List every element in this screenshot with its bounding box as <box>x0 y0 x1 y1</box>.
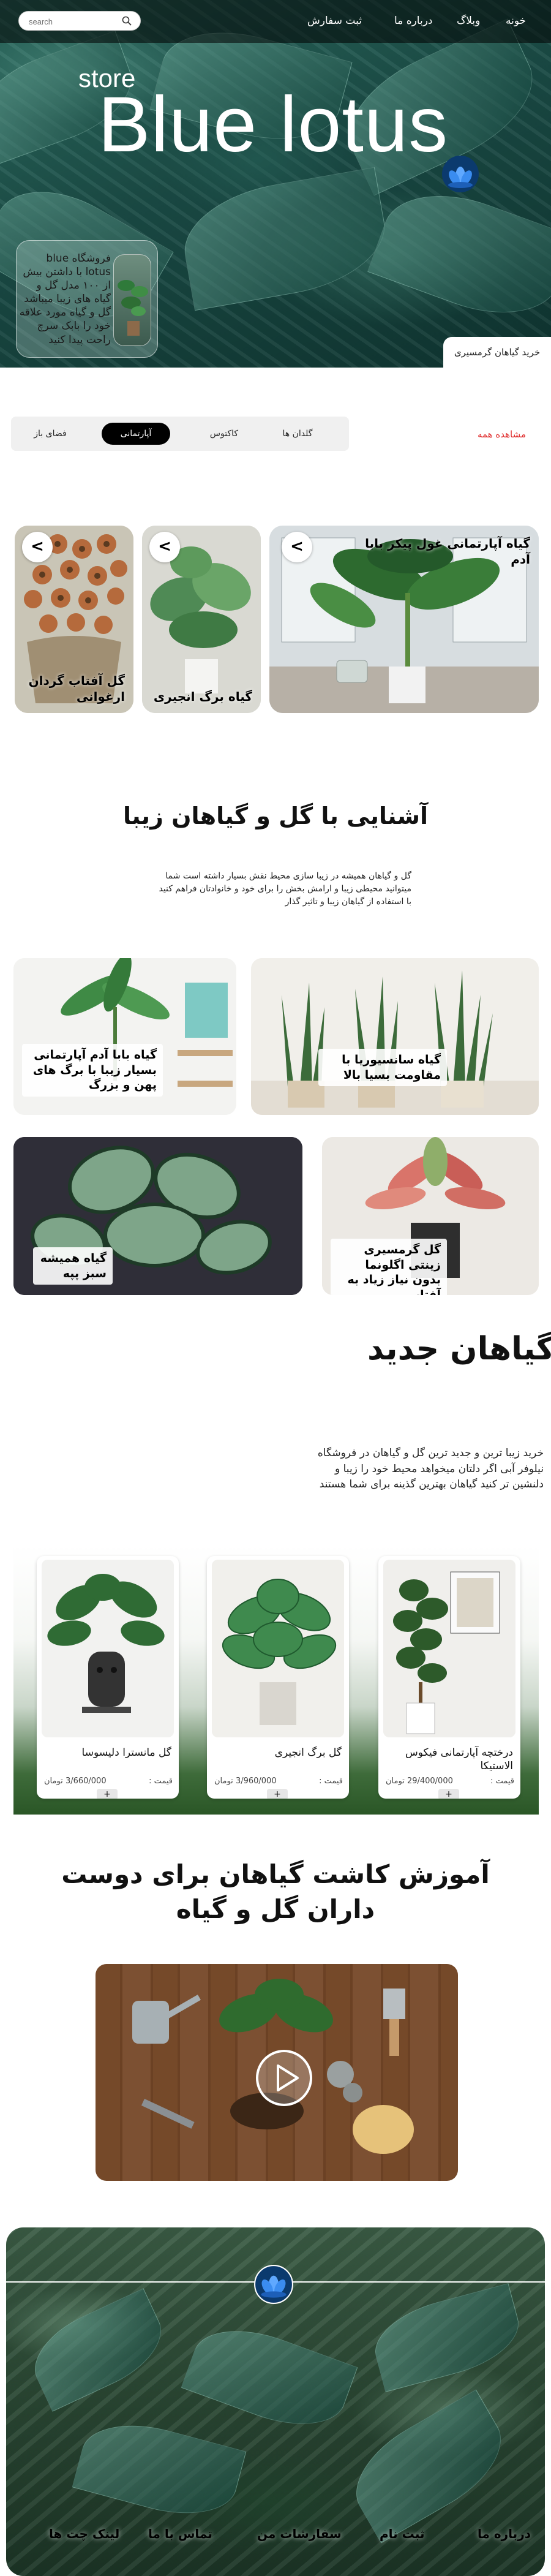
product-name: گل مانسترا دلیسوسا <box>81 1747 171 1759</box>
leaf-decoration <box>72 2410 247 2529</box>
tutorial-title: آموزش کاشت گیاهان برای دوست داران گل و گ… <box>61 1859 490 1924</box>
lotus-logo-icon <box>442 156 479 192</box>
see-all-link[interactable]: مشاهده همه <box>478 429 526 440</box>
add-to-cart-button[interactable]: + <box>438 1789 459 1799</box>
footer: درباره ما ثبت نام سفارشات من تماس با ما … <box>6 2227 545 2576</box>
grid-card-label: گل گرمسیری زینتی اگلونما بدون نیاز زیاد … <box>331 1239 447 1295</box>
product-card[interactable]: گل مانسترا دلیسوسا قیمت : 3/660/000 توما… <box>37 1556 179 1799</box>
plant-image <box>251 958 539 1115</box>
price-label: قیمت : <box>490 1777 514 1786</box>
leaf-decoration <box>367 173 551 335</box>
carousel-card[interactable]: گل آفتاب گردان ارغوانی < <box>15 526 133 713</box>
lotus-logo-icon <box>254 2265 293 2304</box>
leaf-decoration <box>175 167 394 311</box>
grid-card[interactable]: گیاه سانسیوریا با مقاومت بسیا بالا <box>251 958 539 1115</box>
grid-card[interactable]: گیاه همیشه سبز پپه <box>13 1137 302 1295</box>
hero-title: Blue lotus <box>98 81 449 168</box>
search-bar[interactable] <box>18 11 141 31</box>
nav-blog[interactable]: وبلاگ <box>457 15 480 27</box>
carousel-card-title: گیاه برگ انجیری <box>153 689 252 704</box>
plant-image <box>212 1560 344 1737</box>
intro-title: آشنایی با گل و گیاهان زیبا <box>122 803 429 829</box>
grid-card[interactable]: گل گرمسیری زینتی اگلونما بدون نیاز زیاد … <box>322 1137 539 1295</box>
leaf-decoration <box>338 2389 519 2544</box>
nav-order[interactable]: ثبت سفارش <box>307 15 362 27</box>
footer-link-contact[interactable]: تماس با ما <box>148 2526 212 2541</box>
product-image <box>42 1560 174 1737</box>
product-name: درختچه آپارتمانی فیکوس الاستیکا <box>405 1747 513 1773</box>
intro-text: گل و گیاهان همیشه در زیبا سازی محیط نقش … <box>159 871 411 907</box>
tab-outdoor[interactable]: فضای باز <box>16 423 84 445</box>
product-image <box>383 1560 515 1737</box>
hero-info-card: فروشگاه blue lotus با داشتن بیش از ۱۰۰ م… <box>16 240 158 358</box>
play-button[interactable] <box>256 2050 312 2106</box>
category-tabs: گلدان ها کاکتوس آپارتمانی فضای باز <box>11 417 349 451</box>
nav-home[interactable]: خونه <box>506 15 526 27</box>
product-name: گل برگ انجیری <box>274 1747 342 1759</box>
search-icon[interactable] <box>122 16 132 26</box>
carousel-card-title: گیاه آپارتمانی غول پیکر بابا آدم <box>365 536 530 567</box>
hero-banner: خونه وبلاگ درباره ما ثبت سفارش store Blu… <box>0 0 551 368</box>
tab-cactus[interactable]: کاکتوس <box>190 423 258 445</box>
carousel-next-button[interactable]: < <box>22 532 53 562</box>
leaf-decoration <box>21 2288 175 2412</box>
product-price: 29/400/000 تومان <box>386 1777 453 1786</box>
product-image <box>212 1560 344 1737</box>
search-input[interactable] <box>28 15 113 28</box>
carousel-next-button[interactable]: < <box>149 532 180 562</box>
grid-card-label: گیاه همیشه سبز پپه <box>33 1247 113 1285</box>
add-to-cart-button[interactable]: + <box>97 1789 118 1799</box>
grid-card-label: گیاه سانسیوریا با مقاومت بسیا بالا <box>318 1049 447 1087</box>
add-to-cart-button[interactable]: + <box>267 1789 288 1799</box>
hero-card-thumbnail <box>113 254 151 346</box>
tab-apartment[interactable]: آپارتمانی <box>102 423 170 445</box>
carousel-next-button[interactable]: < <box>282 532 312 562</box>
footer-link-chats[interactable]: لینک چت ها <box>49 2526 119 2541</box>
product-card[interactable]: درختچه آپارتمانی فیکوس الاستیکا قیمت : 2… <box>378 1556 520 1799</box>
price-label: قیمت : <box>149 1777 173 1786</box>
tutorial-video[interactable] <box>96 1964 458 2181</box>
shop-tropical-button[interactable]: خرید گیاهان گرمسیری <box>443 337 551 368</box>
product-price: 3/960/000 تومان <box>214 1777 277 1786</box>
new-plants-title: گیاهان جدید <box>367 1331 551 1367</box>
play-icon <box>277 2064 299 2091</box>
carousel-card[interactable]: گیاه برگ انجیری < <box>142 526 261 713</box>
new-plants-text: خرید زیبا ترین و جدید ترین گل و گیاهان د… <box>317 1447 544 1490</box>
grid-card[interactable]: گیاه بابا آدم آپارتمانی بسیار زیبا با بر… <box>13 958 236 1115</box>
hero-card-text: فروشگاه blue lotus با داشتن بیش از ۱۰۰ م… <box>19 252 111 346</box>
leaf-decoration <box>181 2313 358 2442</box>
product-price: 3/660/000 تومان <box>44 1777 107 1786</box>
footer-link-orders[interactable]: سفارشات من <box>257 2526 342 2541</box>
tab-pots[interactable]: گلدان ها <box>263 423 332 445</box>
price-label: قیمت : <box>319 1777 343 1786</box>
product-card[interactable]: گل برگ انجیری قیمت : 3/960/000 تومان + <box>207 1556 349 1799</box>
footer-link-about[interactable]: درباره ما <box>478 2526 531 2541</box>
carousel-card[interactable]: گیاه آپارتمانی غول پیکر بابا آدم < <box>269 526 539 713</box>
nav-about[interactable]: درباره ما <box>394 15 433 27</box>
plant-image <box>42 1560 174 1737</box>
leaf-decoration <box>366 2283 528 2393</box>
grid-card-label: گیاه بابا آدم آپارتمانی بسیار زیبا با بر… <box>22 1044 163 1097</box>
plant-icon <box>118 280 148 336</box>
footer-link-signup[interactable]: ثبت نام <box>380 2526 425 2541</box>
carousel-card-title: گل آفتاب گردان ارغوانی <box>28 673 125 704</box>
plant-image <box>383 1560 515 1737</box>
